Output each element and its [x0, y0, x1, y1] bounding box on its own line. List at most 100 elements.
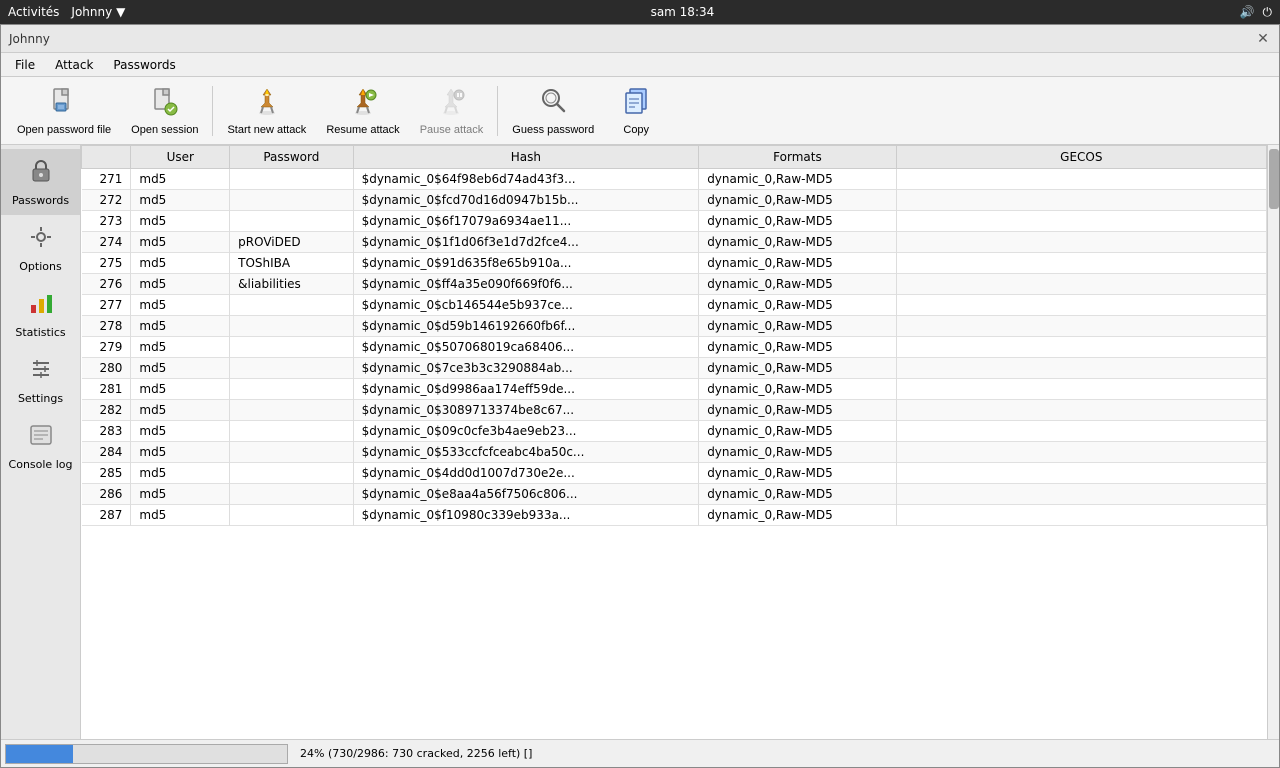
cell-num: 276 — [82, 274, 131, 295]
cell-password — [230, 463, 353, 484]
cell-user: md5 — [131, 190, 230, 211]
table-row[interactable]: 278 md5 $dynamic_0$d59b146192660fb6f... … — [82, 316, 1267, 337]
cell-num: 278 — [82, 316, 131, 337]
menu-passwords[interactable]: Passwords — [103, 56, 185, 74]
guess-password-label: Guess password — [512, 124, 594, 136]
volume-icon[interactable]: 🔊 — [1240, 5, 1255, 19]
cell-format: dynamic_0,Raw-MD5 — [699, 505, 897, 526]
cell-gecos — [896, 442, 1266, 463]
copy-button[interactable]: Copy — [606, 81, 666, 141]
table-row[interactable]: 282 md5 $dynamic_0$3089713374be8c67... d… — [82, 400, 1267, 421]
cell-num: 280 — [82, 358, 131, 379]
table-row[interactable]: 277 md5 $dynamic_0$cb146544e5b937ce... d… — [82, 295, 1267, 316]
table-row[interactable]: 284 md5 $dynamic_0$533ccfcfceabc4ba50c..… — [82, 442, 1267, 463]
cell-password — [230, 484, 353, 505]
table-row[interactable]: 281 md5 $dynamic_0$d9986aa174eff59de... … — [82, 379, 1267, 400]
open-password-file-icon — [48, 85, 80, 122]
table-row[interactable]: 271 md5 $dynamic_0$64f98eb6d74ad43f3... … — [82, 169, 1267, 190]
cell-format: dynamic_0,Raw-MD5 — [699, 337, 897, 358]
window-title: Johnny — [9, 32, 50, 46]
table-row[interactable]: 283 md5 $dynamic_0$09c0cfe3b4ae9eb23... … — [82, 421, 1267, 442]
resume-attack-button[interactable]: Resume attack — [318, 81, 407, 141]
open-session-button[interactable]: Open session — [123, 81, 206, 141]
cell-password — [230, 169, 353, 190]
scrollbar-thumb[interactable] — [1269, 149, 1279, 209]
guess-password-button[interactable]: Guess password — [504, 81, 602, 141]
table-row[interactable]: 287 md5 $dynamic_0$f10980c339eb933a... d… — [82, 505, 1267, 526]
cell-format: dynamic_0,Raw-MD5 — [699, 295, 897, 316]
sidebar-item-settings[interactable]: Settings — [1, 347, 80, 413]
cell-gecos — [896, 316, 1266, 337]
progress-bar-fill — [6, 745, 73, 763]
pause-attack-icon — [435, 85, 467, 122]
cell-num: 282 — [82, 400, 131, 421]
menu-attack[interactable]: Attack — [45, 56, 103, 74]
start-new-attack-button[interactable]: Start new attack — [219, 81, 314, 141]
table-row[interactable]: 274 md5 pROViDED $dynamic_0$1f1d06f3e1d7… — [82, 232, 1267, 253]
col-header-gecos[interactable]: GECOS — [896, 146, 1266, 169]
open-password-file-button[interactable]: Open password file — [9, 81, 119, 141]
cell-num: 275 — [82, 253, 131, 274]
sidebar-item-statistics[interactable]: Statistics — [1, 281, 80, 347]
table-row[interactable]: 280 md5 $dynamic_0$7ce3b3c3290884ab... d… — [82, 358, 1267, 379]
col-header-formats[interactable]: Formats — [699, 146, 897, 169]
console-log-icon — [27, 421, 55, 455]
status-bar: 24% (730/2986: 730 cracked, 2256 left) [… — [1, 739, 1279, 767]
cell-gecos — [896, 358, 1266, 379]
table-row[interactable]: 276 md5 &liabilities $dynamic_0$ff4a35e0… — [82, 274, 1267, 295]
cell-gecos — [896, 295, 1266, 316]
cell-hash: $dynamic_0$64f98eb6d74ad43f3... — [353, 169, 699, 190]
table-row[interactable]: 285 md5 $dynamic_0$4dd0d1007d730e2e... d… — [82, 463, 1267, 484]
menu-file[interactable]: File — [5, 56, 45, 74]
col-header-password[interactable]: Password — [230, 146, 353, 169]
sidebar-item-options[interactable]: Options — [1, 215, 80, 281]
pause-attack-button[interactable]: Pause attack — [412, 81, 492, 141]
cell-num: 279 — [82, 337, 131, 358]
table-container[interactable]: User Password Hash Formats GECOS 271 md5… — [81, 145, 1267, 739]
cell-hash: $dynamic_0$ff4a35e090f669f0f6... — [353, 274, 699, 295]
cell-password — [230, 442, 353, 463]
cell-num: 277 — [82, 295, 131, 316]
cell-user: md5 — [131, 379, 230, 400]
sidebar-item-console-log[interactable]: Console log — [1, 413, 80, 479]
start-attack-icon — [251, 85, 283, 122]
passwords-icon — [27, 157, 55, 191]
col-header-user[interactable]: User — [131, 146, 230, 169]
copy-icon — [620, 85, 652, 122]
cell-gecos — [896, 211, 1266, 232]
cell-hash: $dynamic_0$91d635f8e65b910a... — [353, 253, 699, 274]
activities-label[interactable]: Activités — [8, 5, 59, 19]
cell-format: dynamic_0,Raw-MD5 — [699, 358, 897, 379]
cell-format: dynamic_0,Raw-MD5 — [699, 379, 897, 400]
cell-password — [230, 400, 353, 421]
col-header-hash[interactable]: Hash — [353, 146, 699, 169]
power-icon[interactable]: ⏻ — [1262, 5, 1272, 20]
close-button[interactable]: ✕ — [1255, 31, 1271, 47]
main-window: Johnny ✕ File Attack Passwords Open pass… — [0, 24, 1280, 768]
cell-password — [230, 358, 353, 379]
table-row[interactable]: 286 md5 $dynamic_0$e8aa4a56f7506c806... … — [82, 484, 1267, 505]
cell-gecos — [896, 379, 1266, 400]
console-log-sidebar-label: Console log — [9, 458, 73, 471]
table-row[interactable]: 272 md5 $dynamic_0$fcd70d16d0947b15b... … — [82, 190, 1267, 211]
col-header-num — [82, 146, 131, 169]
table-row[interactable]: 275 md5 TOShIBA $dynamic_0$91d635f8e65b9… — [82, 253, 1267, 274]
table-row[interactable]: 279 md5 $dynamic_0$507068019ca68406... d… — [82, 337, 1267, 358]
cell-format: dynamic_0,Raw-MD5 — [699, 253, 897, 274]
cell-hash: $dynamic_0$d9986aa174eff59de... — [353, 379, 699, 400]
cell-format: dynamic_0,Raw-MD5 — [699, 190, 897, 211]
cell-user: md5 — [131, 232, 230, 253]
cell-gecos — [896, 421, 1266, 442]
cell-hash: $dynamic_0$533ccfcfceabc4ba50c... — [353, 442, 699, 463]
cell-user: md5 — [131, 274, 230, 295]
statistics-sidebar-label: Statistics — [15, 326, 65, 339]
cell-format: dynamic_0,Raw-MD5 — [699, 421, 897, 442]
scrollbar[interactable] — [1267, 145, 1279, 739]
cell-num: 286 — [82, 484, 131, 505]
options-icon — [27, 223, 55, 257]
sidebar-item-passwords[interactable]: Passwords — [1, 149, 80, 215]
cell-user: md5 — [131, 421, 230, 442]
table-row[interactable]: 273 md5 $dynamic_0$6f17079a6934ae11... d… — [82, 211, 1267, 232]
cell-password — [230, 295, 353, 316]
cell-password: TOShIBA — [230, 253, 353, 274]
